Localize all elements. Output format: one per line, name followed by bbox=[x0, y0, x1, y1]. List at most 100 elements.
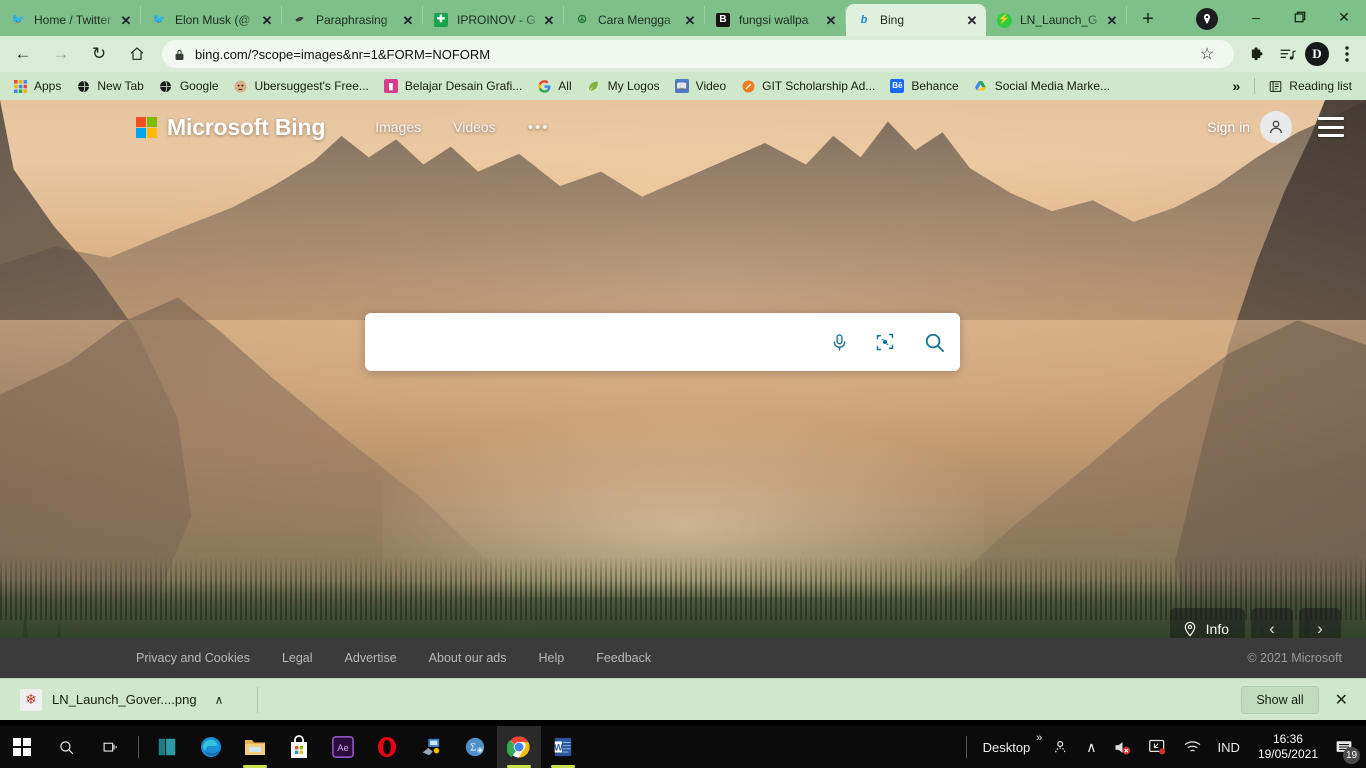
tab-close-button[interactable]: ✕ bbox=[541, 12, 557, 28]
taskbar-after-effects[interactable]: Ae bbox=[321, 726, 365, 768]
profile-avatar-chip[interactable] bbox=[1196, 8, 1218, 30]
bookmark-all[interactable]: All bbox=[530, 76, 577, 96]
taskbar-blue-utility-app[interactable] bbox=[409, 726, 453, 768]
speaker-muted-icon[interactable] bbox=[1105, 726, 1140, 768]
address-bar[interactable]: bing.com/?scope=images&nr=1&FORM=NOFORM … bbox=[162, 40, 1234, 68]
bookmark-apps[interactable]: Apps bbox=[6, 76, 67, 96]
nav-item-videos[interactable]: Videos bbox=[453, 119, 496, 135]
tab-close-button[interactable]: ✕ bbox=[259, 12, 275, 28]
bookmark-git-scholarship[interactable]: GIT Scholarship Ad... bbox=[734, 76, 881, 96]
microphone-icon[interactable] bbox=[816, 313, 862, 371]
taskbar-math-app[interactable]: Σ bbox=[453, 726, 497, 768]
bookmark-video[interactable]: 📖 Video bbox=[668, 76, 732, 96]
feather-icon: ✒ bbox=[293, 12, 307, 27]
taskbar-file-explorer[interactable] bbox=[233, 726, 277, 768]
google-g-icon bbox=[536, 78, 552, 94]
footer-link-feedback[interactable]: Feedback bbox=[596, 651, 651, 665]
account-avatar[interactable] bbox=[1260, 111, 1292, 143]
sign-in-link[interactable]: Sign in bbox=[1207, 119, 1250, 135]
show-all-downloads-button[interactable]: Show all bbox=[1241, 685, 1319, 714]
home-button[interactable] bbox=[122, 39, 152, 69]
back-button[interactable]: ← bbox=[8, 39, 38, 69]
nav-item-images[interactable]: Images bbox=[375, 119, 421, 135]
taskbar-teal-app[interactable] bbox=[145, 726, 189, 768]
profile-button[interactable]: D bbox=[1302, 39, 1332, 69]
forward-button[interactable]: → bbox=[46, 39, 76, 69]
browser-tab-1[interactable]: 🐦 Elon Musk (@ ✕ bbox=[141, 4, 281, 36]
close-window-button[interactable]: ✕ bbox=[1322, 2, 1366, 32]
tab-close-button[interactable]: ✕ bbox=[1104, 12, 1120, 28]
tab-close-button[interactable]: ✕ bbox=[964, 12, 980, 28]
globe-icon bbox=[158, 78, 174, 94]
bookmark-belajar-desain[interactable]: ▮ Belajar Desain Grafi... bbox=[377, 76, 528, 96]
browser-tab-7[interactable]: ⚡ LN_Launch_G ✕ bbox=[986, 4, 1126, 36]
display-icon[interactable] bbox=[1140, 726, 1175, 768]
extensions-icon[interactable] bbox=[1242, 39, 1272, 69]
clock[interactable]: 16:36 19/05/2021 bbox=[1248, 732, 1328, 762]
browser-tab-0[interactable]: 🐦 Home / Twitter ✕ bbox=[0, 4, 140, 36]
footer-link-advertise[interactable]: Advertise bbox=[345, 651, 397, 665]
bing-search-box[interactable] bbox=[365, 313, 960, 371]
reload-button[interactable]: ↻ bbox=[84, 39, 114, 69]
task-view-button[interactable] bbox=[88, 726, 132, 768]
orange-circle-icon bbox=[740, 78, 756, 94]
tab-close-button[interactable]: ✕ bbox=[682, 12, 698, 28]
download-menu-caret-icon[interactable]: ∧ bbox=[207, 693, 232, 707]
bookmarks-overflow-button[interactable]: » bbox=[1225, 78, 1249, 94]
browser-tab-6-active[interactable]: b Bing ✕ bbox=[846, 4, 986, 36]
task-view-icon bbox=[103, 742, 117, 752]
bookmark-ubersuggest[interactable]: Ubersuggest's Free... bbox=[227, 76, 375, 96]
bookmark-my-logos[interactable]: My Logos bbox=[580, 76, 666, 96]
footer-link-help[interactable]: Help bbox=[539, 651, 565, 665]
minimize-button[interactable]: – bbox=[1234, 2, 1278, 32]
footer-link-privacy[interactable]: Privacy and Cookies bbox=[136, 651, 250, 665]
taskbar-opera[interactable] bbox=[365, 726, 409, 768]
black-b-icon: B bbox=[715, 12, 731, 28]
svg-text:Ae: Ae bbox=[337, 743, 348, 753]
bookmark-new-tab[interactable]: New Tab bbox=[69, 76, 149, 96]
maximize-button[interactable] bbox=[1278, 2, 1322, 32]
taskbar-search-button[interactable] bbox=[44, 726, 88, 768]
taskbar-microsoft-store[interactable] bbox=[277, 726, 321, 768]
edge-icon bbox=[201, 737, 221, 757]
bookmark-social-media-marketing[interactable]: Social Media Marke... bbox=[967, 76, 1116, 96]
footer-link-legal[interactable]: Legal bbox=[282, 651, 313, 665]
tab-close-button[interactable]: ✕ bbox=[118, 12, 134, 28]
hamburger-menu-button[interactable] bbox=[1318, 117, 1344, 137]
new-tab-button[interactable]: + bbox=[1133, 4, 1163, 34]
close-downloads-bar-button[interactable]: ✕ bbox=[1335, 690, 1354, 710]
bookmark-label: Google bbox=[179, 79, 219, 93]
search-input[interactable] bbox=[365, 313, 816, 371]
show-hidden-icons-button[interactable]: ∧ bbox=[1078, 726, 1104, 768]
bookmark-behance[interactable]: Bē Behance bbox=[883, 76, 964, 96]
browser-tab-5[interactable]: B fungsi wallpa ✕ bbox=[705, 4, 845, 36]
desktop-toolbar-button[interactable]: Desktop » bbox=[973, 726, 1045, 768]
tab-close-button[interactable]: ✕ bbox=[823, 12, 839, 28]
taskbar-google-chrome[interactable] bbox=[497, 726, 541, 768]
search-submit-button[interactable] bbox=[908, 313, 960, 371]
tab-close-button[interactable]: ✕ bbox=[400, 12, 416, 28]
taskbar-microsoft-edge[interactable] bbox=[189, 726, 233, 768]
download-item[interactable]: ❄ LN_Launch_Gover....png ∧ bbox=[12, 688, 239, 711]
profile-initial: D bbox=[1305, 42, 1329, 66]
footer-link-about-our-ads[interactable]: About our ads bbox=[429, 651, 507, 665]
notification-center-button[interactable]: 19 bbox=[1328, 726, 1366, 768]
browser-tab-4[interactable]: ☮ Cara Mengga ✕ bbox=[564, 4, 704, 36]
start-button[interactable] bbox=[0, 726, 44, 768]
browser-tab-2[interactable]: ✒ Paraphrasing ✕ bbox=[282, 4, 422, 36]
tab-title: Home / Twitter bbox=[34, 13, 112, 27]
media-playlist-icon[interactable] bbox=[1272, 39, 1302, 69]
bookmark-star-icon[interactable]: ☆ bbox=[1192, 39, 1222, 69]
desktop-overflow-icon[interactable]: » bbox=[1036, 732, 1042, 744]
camera-lens-icon[interactable] bbox=[862, 313, 908, 371]
chrome-menu-button[interactable] bbox=[1332, 39, 1362, 69]
people-icon[interactable] bbox=[1044, 726, 1078, 768]
bookmark-google[interactable]: Google bbox=[152, 76, 225, 96]
nav-item-more[interactable]: ••• bbox=[528, 119, 550, 136]
reading-list-button[interactable]: Reading list bbox=[1261, 76, 1358, 96]
language-indicator[interactable]: IND bbox=[1210, 726, 1248, 768]
wifi-icon[interactable] bbox=[1175, 726, 1210, 768]
taskbar-microsoft-word[interactable]: W bbox=[541, 726, 585, 768]
browser-tab-3[interactable]: ✚ IPROINOV - G ✕ bbox=[423, 4, 563, 36]
apps-grid-icon bbox=[12, 78, 28, 94]
